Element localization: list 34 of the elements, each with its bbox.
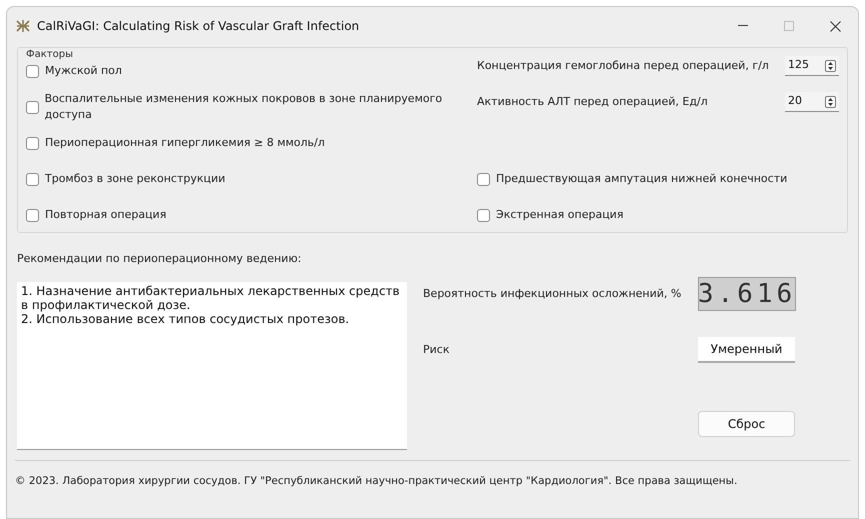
checkbox-label: Повторная операция (45, 206, 166, 223)
field-label: Концентрация гемоглобина перед операцией, г/л (477, 58, 769, 74)
checkbox[interactable] (26, 172, 39, 186)
app-logo-icon (15, 18, 31, 34)
checkbox[interactable] (477, 172, 490, 186)
checkbox[interactable] (477, 208, 490, 222)
checkbox-label: Экстренная операция (496, 206, 624, 223)
field-label: Активность АЛТ перед операцией, Ед/л (477, 94, 708, 110)
checkbox-label: Периоперационная гипергликемия ≥ 8 ммоль/л (45, 134, 325, 151)
risk-field: Умеренный (698, 337, 795, 363)
checkbox[interactable] (26, 64, 39, 78)
spin-arrows-icon (825, 60, 836, 72)
close-icon (830, 20, 840, 32)
window-title: CalRiVaGI: Calculating Risk of Vascular Graft Infection (37, 18, 360, 35)
checkbox-label: Мужской пол (45, 62, 122, 79)
maximize-icon (784, 21, 794, 31)
checkbox-label: Воспалительные изменения кожных покровов в зоне планируемого доступа (44, 90, 444, 123)
copyright-text: © 2023. Лаборатория хирургии сосудов. ГУ "Республиканский научно-практический центр "Кардиология". Все права защищены. (15, 474, 738, 486)
checkbox[interactable] (26, 136, 39, 150)
lcd-display: 3.616 (698, 277, 796, 311)
spin-field[interactable]: 125 (785, 56, 839, 76)
checkbox[interactable] (26, 208, 39, 222)
minimize-icon (738, 25, 748, 27)
checkbox[interactable] (26, 100, 39, 114)
spin-arrows-icon (825, 96, 836, 108)
checkbox-label: Тромбоз в зоне реконструкции (45, 170, 226, 187)
probability-label: Вероятность инфекционных осложнений, % (423, 286, 682, 302)
group-title: Факторы (26, 48, 74, 62)
spin-field[interactable]: 20 (785, 92, 839, 112)
recommendations-text-area[interactable]: 1. Назначение антибактериальных лекарственных средств в профилактической дозе. 2. Использование всех типов сосудистых протезов. (17, 282, 407, 450)
reset-button[interactable]: Сброс (698, 411, 795, 437)
recommendations-label: Рекомендации по периоперационному ведению: (17, 251, 302, 267)
checkbox-label: Предшествующая ампутация нижней конечности (496, 170, 788, 187)
risk-label: Риск (423, 342, 450, 358)
